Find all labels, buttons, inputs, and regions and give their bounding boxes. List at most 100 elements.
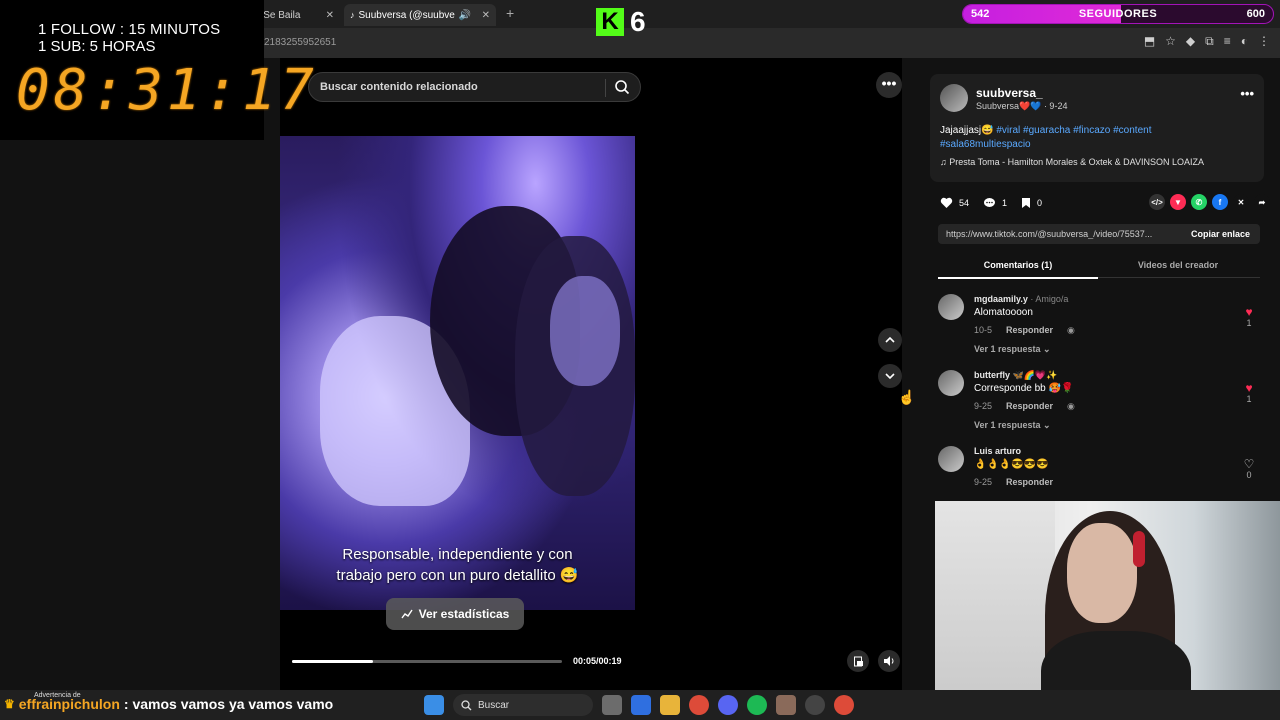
profile-icon[interactable]: ◐ xyxy=(1241,34,1248,49)
discord-icon[interactable] xyxy=(718,695,738,715)
menu-icon[interactable]: ⋮ xyxy=(1258,34,1270,49)
author-card: suubversa_ Suubversa❤️💙 · 9-24 ••• Jajaa… xyxy=(930,74,1264,182)
puzzle-icon[interactable]: ⧉ xyxy=(1205,34,1214,49)
install-icon[interactable]: ⬒ xyxy=(1144,34,1155,49)
floating-player-button[interactable] xyxy=(847,650,869,672)
stats-button-label: Ver estadísticas xyxy=(418,607,510,621)
volume-button[interactable] xyxy=(878,650,900,672)
comment-username: mgdaamily.y xyxy=(974,294,1028,304)
mouse-cursor-icon: ☝ xyxy=(898,389,916,405)
x-icon[interactable]: ✕ xyxy=(1233,194,1249,210)
comment-text: 👌👌👌😎😎😎 xyxy=(974,459,1049,470)
heart-icon: ♥ xyxy=(1245,305,1253,319)
comment-author[interactable]: mgdaamily.y · Amigo/a xyxy=(974,294,1068,304)
search-input[interactable]: Buscar contenido relacionado xyxy=(320,81,478,93)
windows-start-icon[interactable] xyxy=(424,695,444,715)
browser-toolbar: ⬒ ☆ ◆ ⧉ ≡ ◐ ⋮ xyxy=(1144,34,1270,49)
share-arrow-icon[interactable]: ➦ xyxy=(1254,194,1270,210)
music-link[interactable]: ♫ Presta Toma - Hamilton Morales & Oxtek… xyxy=(940,157,1204,167)
spotify-icon[interactable] xyxy=(747,695,767,715)
comment-item: mgdaamily.y · Amigo/a Alomatoooon 10-5 R… xyxy=(938,294,1260,366)
comment-date: 10-5 xyxy=(974,325,993,335)
taskbar-search[interactable]: Buscar xyxy=(453,694,593,716)
comment-username: Luis arturo xyxy=(974,446,1022,456)
comment-date: 9-25 xyxy=(974,477,993,487)
task-view-icon[interactable] xyxy=(602,695,622,715)
avatar[interactable] xyxy=(940,84,968,112)
avatar[interactable] xyxy=(938,370,964,396)
stream-timer-overlay: 1 FOLLOW : 15 MINUTOS 1 SUB: 5 HORAS 08:… xyxy=(0,0,314,140)
extension-icon[interactable]: ◆ xyxy=(1186,34,1195,49)
comment-like-count: 1 xyxy=(1246,394,1252,404)
like-count: 54 xyxy=(959,198,970,208)
followers-goal: 600 xyxy=(1246,8,1265,20)
more-options-button[interactable]: ••• xyxy=(876,72,902,98)
comment-like[interactable]: ♡ 0 xyxy=(1242,458,1256,480)
new-tab-button[interactable]: + xyxy=(506,5,514,21)
followers-goal-bar: 542 SEGUIDORES 600 xyxy=(962,4,1274,24)
kick-badge: K 6 xyxy=(596,6,658,38)
avatar[interactable] xyxy=(938,294,964,320)
heart-icon: ♥ xyxy=(1245,381,1253,395)
comment-meta: 9-25 Responder ◉ xyxy=(974,401,1075,412)
video-description: Jajaajjasj😅 #viral #guaracha #fincazo #c… xyxy=(940,124,1240,152)
close-icon[interactable]: ✕ xyxy=(482,10,490,21)
view-replies-button[interactable]: Ver 1 respuesta ⌄ xyxy=(974,344,1051,355)
comment-meta: 9-25 Responder xyxy=(974,477,1053,487)
app-icon[interactable] xyxy=(776,695,796,715)
comment-like[interactable]: ♥ 1 xyxy=(1242,306,1256,328)
action-bar: 54 1 0 </> ▼ ✆ f ✕ ➦ xyxy=(940,194,1270,212)
followers-label: SEGUIDORES xyxy=(1078,8,1158,20)
bookmark-icon xyxy=(1022,198,1031,208)
video-link[interactable]: https://www.tiktok.com/@suubversa_/video… xyxy=(946,229,1174,239)
tiktok-icon: ♪ xyxy=(350,10,355,20)
reply-button[interactable]: Responder xyxy=(1006,325,1053,336)
star-icon[interactable]: ☆ xyxy=(1165,34,1176,49)
playlist-icon[interactable]: ≡ xyxy=(1224,34,1231,49)
tab-creator-videos[interactable]: Videos del creador xyxy=(1098,260,1258,270)
webcam-face xyxy=(1067,523,1137,623)
speaker-icon[interactable]: 🔊 xyxy=(459,10,471,21)
video-link-box: https://www.tiktok.com/@suubversa_/video… xyxy=(938,224,1260,244)
whatsapp-icon[interactable]: ✆ xyxy=(1191,194,1207,210)
chat-warning: Advertencia de xyxy=(34,692,81,699)
chrome-icon[interactable] xyxy=(834,695,854,715)
pip-icon xyxy=(853,656,863,666)
stats-button[interactable]: Ver estadísticas xyxy=(386,598,524,630)
avatar[interactable] xyxy=(938,446,964,472)
comment-action[interactable]: 1 xyxy=(983,197,1007,209)
tab-comments[interactable]: Comentarios (1) xyxy=(938,260,1098,279)
embed-icon[interactable]: </> xyxy=(1149,194,1165,210)
save-action[interactable]: 0 xyxy=(1021,197,1042,209)
search-bar[interactable]: Buscar contenido relacionado xyxy=(308,72,641,102)
video-player[interactable]: Responsable, independiente y con trabajo… xyxy=(280,136,635,610)
like-action[interactable]: 54 xyxy=(940,197,969,209)
facebook-icon[interactable]: f xyxy=(1212,194,1228,210)
crown-icon: ♛ xyxy=(4,697,15,711)
progress-fill xyxy=(292,660,373,663)
author-name[interactable]: suubversa_ xyxy=(976,86,1043,100)
next-video-button[interactable] xyxy=(878,364,902,388)
reply-button[interactable]: Responder xyxy=(1006,477,1053,487)
close-icon[interactable]: ✕ xyxy=(326,10,334,21)
video-progress-bar[interactable] xyxy=(292,660,562,663)
tab-label: Suubversa (@suubve xyxy=(358,9,455,21)
url-field[interactable]: 2183255952651 xyxy=(264,37,336,48)
folder-icon[interactable] xyxy=(660,695,680,715)
view-replies-button[interactable]: Ver 1 respuesta ⌄ xyxy=(974,420,1051,431)
send-icon[interactable]: ▼ xyxy=(1170,194,1186,210)
reply-button[interactable]: Responder xyxy=(1006,401,1053,412)
obs-icon[interactable] xyxy=(805,695,825,715)
copy-link-button[interactable]: Copiar enlace xyxy=(1191,229,1250,239)
comment-text: Alomatoooon xyxy=(974,307,1033,318)
search-icon[interactable] xyxy=(614,79,630,95)
author-more-button[interactable]: ••• xyxy=(1240,86,1254,101)
comment-author[interactable]: butterfly 🦋🌈💗✨ xyxy=(974,370,1057,381)
screen: (ishi - Se Baila ✕ ♪ Suubversa (@suubve … xyxy=(0,0,1280,720)
browser-tab-active[interactable]: ♪ Suubversa (@suubve 🔊 ✕ xyxy=(344,4,496,26)
chrome-icon[interactable] xyxy=(689,695,709,715)
comment-author[interactable]: Luis arturo xyxy=(974,446,1021,456)
comment-like[interactable]: ♥ 1 xyxy=(1242,382,1256,404)
previous-video-button[interactable] xyxy=(878,328,902,352)
copilot-icon[interactable] xyxy=(631,695,651,715)
